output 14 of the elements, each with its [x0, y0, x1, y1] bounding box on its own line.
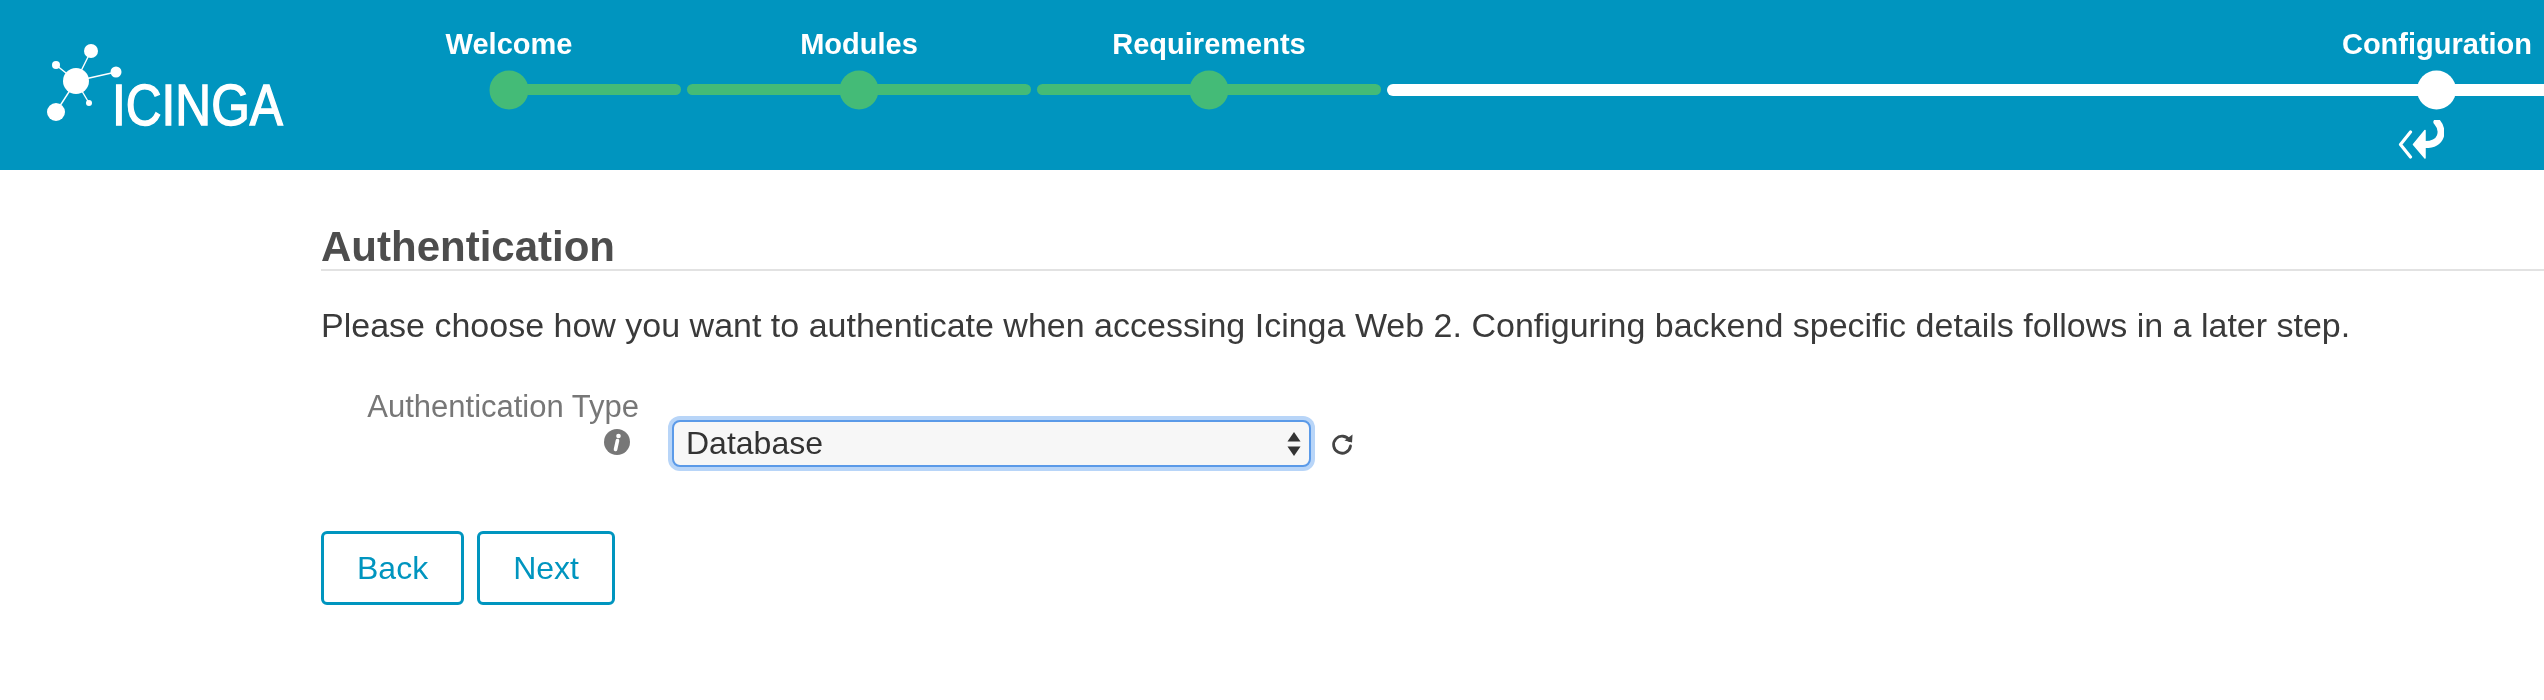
section-description: Please choose how you want to authenticate when accessing Icinga Web 2. Configuring backend specific details follows in a later step. [321, 305, 2352, 346]
wizard-button[interactable]: Back [321, 531, 465, 605]
step-label[interactable]: Welcome [337, 27, 681, 61]
info-icon[interactable] [604, 429, 630, 455]
step-label[interactable]: Modules [687, 27, 1031, 61]
icinga-logo[interactable]: ICINGA [45, 44, 290, 130]
field-label: Authentication Type [367, 389, 639, 425]
step-label[interactable]: Requirements [1037, 27, 1381, 61]
return-arrow-icon[interactable] [2398, 120, 2444, 159]
wizard-button[interactable]: Next [477, 531, 615, 605]
step-dot[interactable] [489, 70, 529, 109]
sort-arrows-icon [1287, 430, 1301, 457]
section-heading: Authentication [321, 225, 2544, 271]
step-label[interactable]: Configuration [2330, 27, 2544, 61]
